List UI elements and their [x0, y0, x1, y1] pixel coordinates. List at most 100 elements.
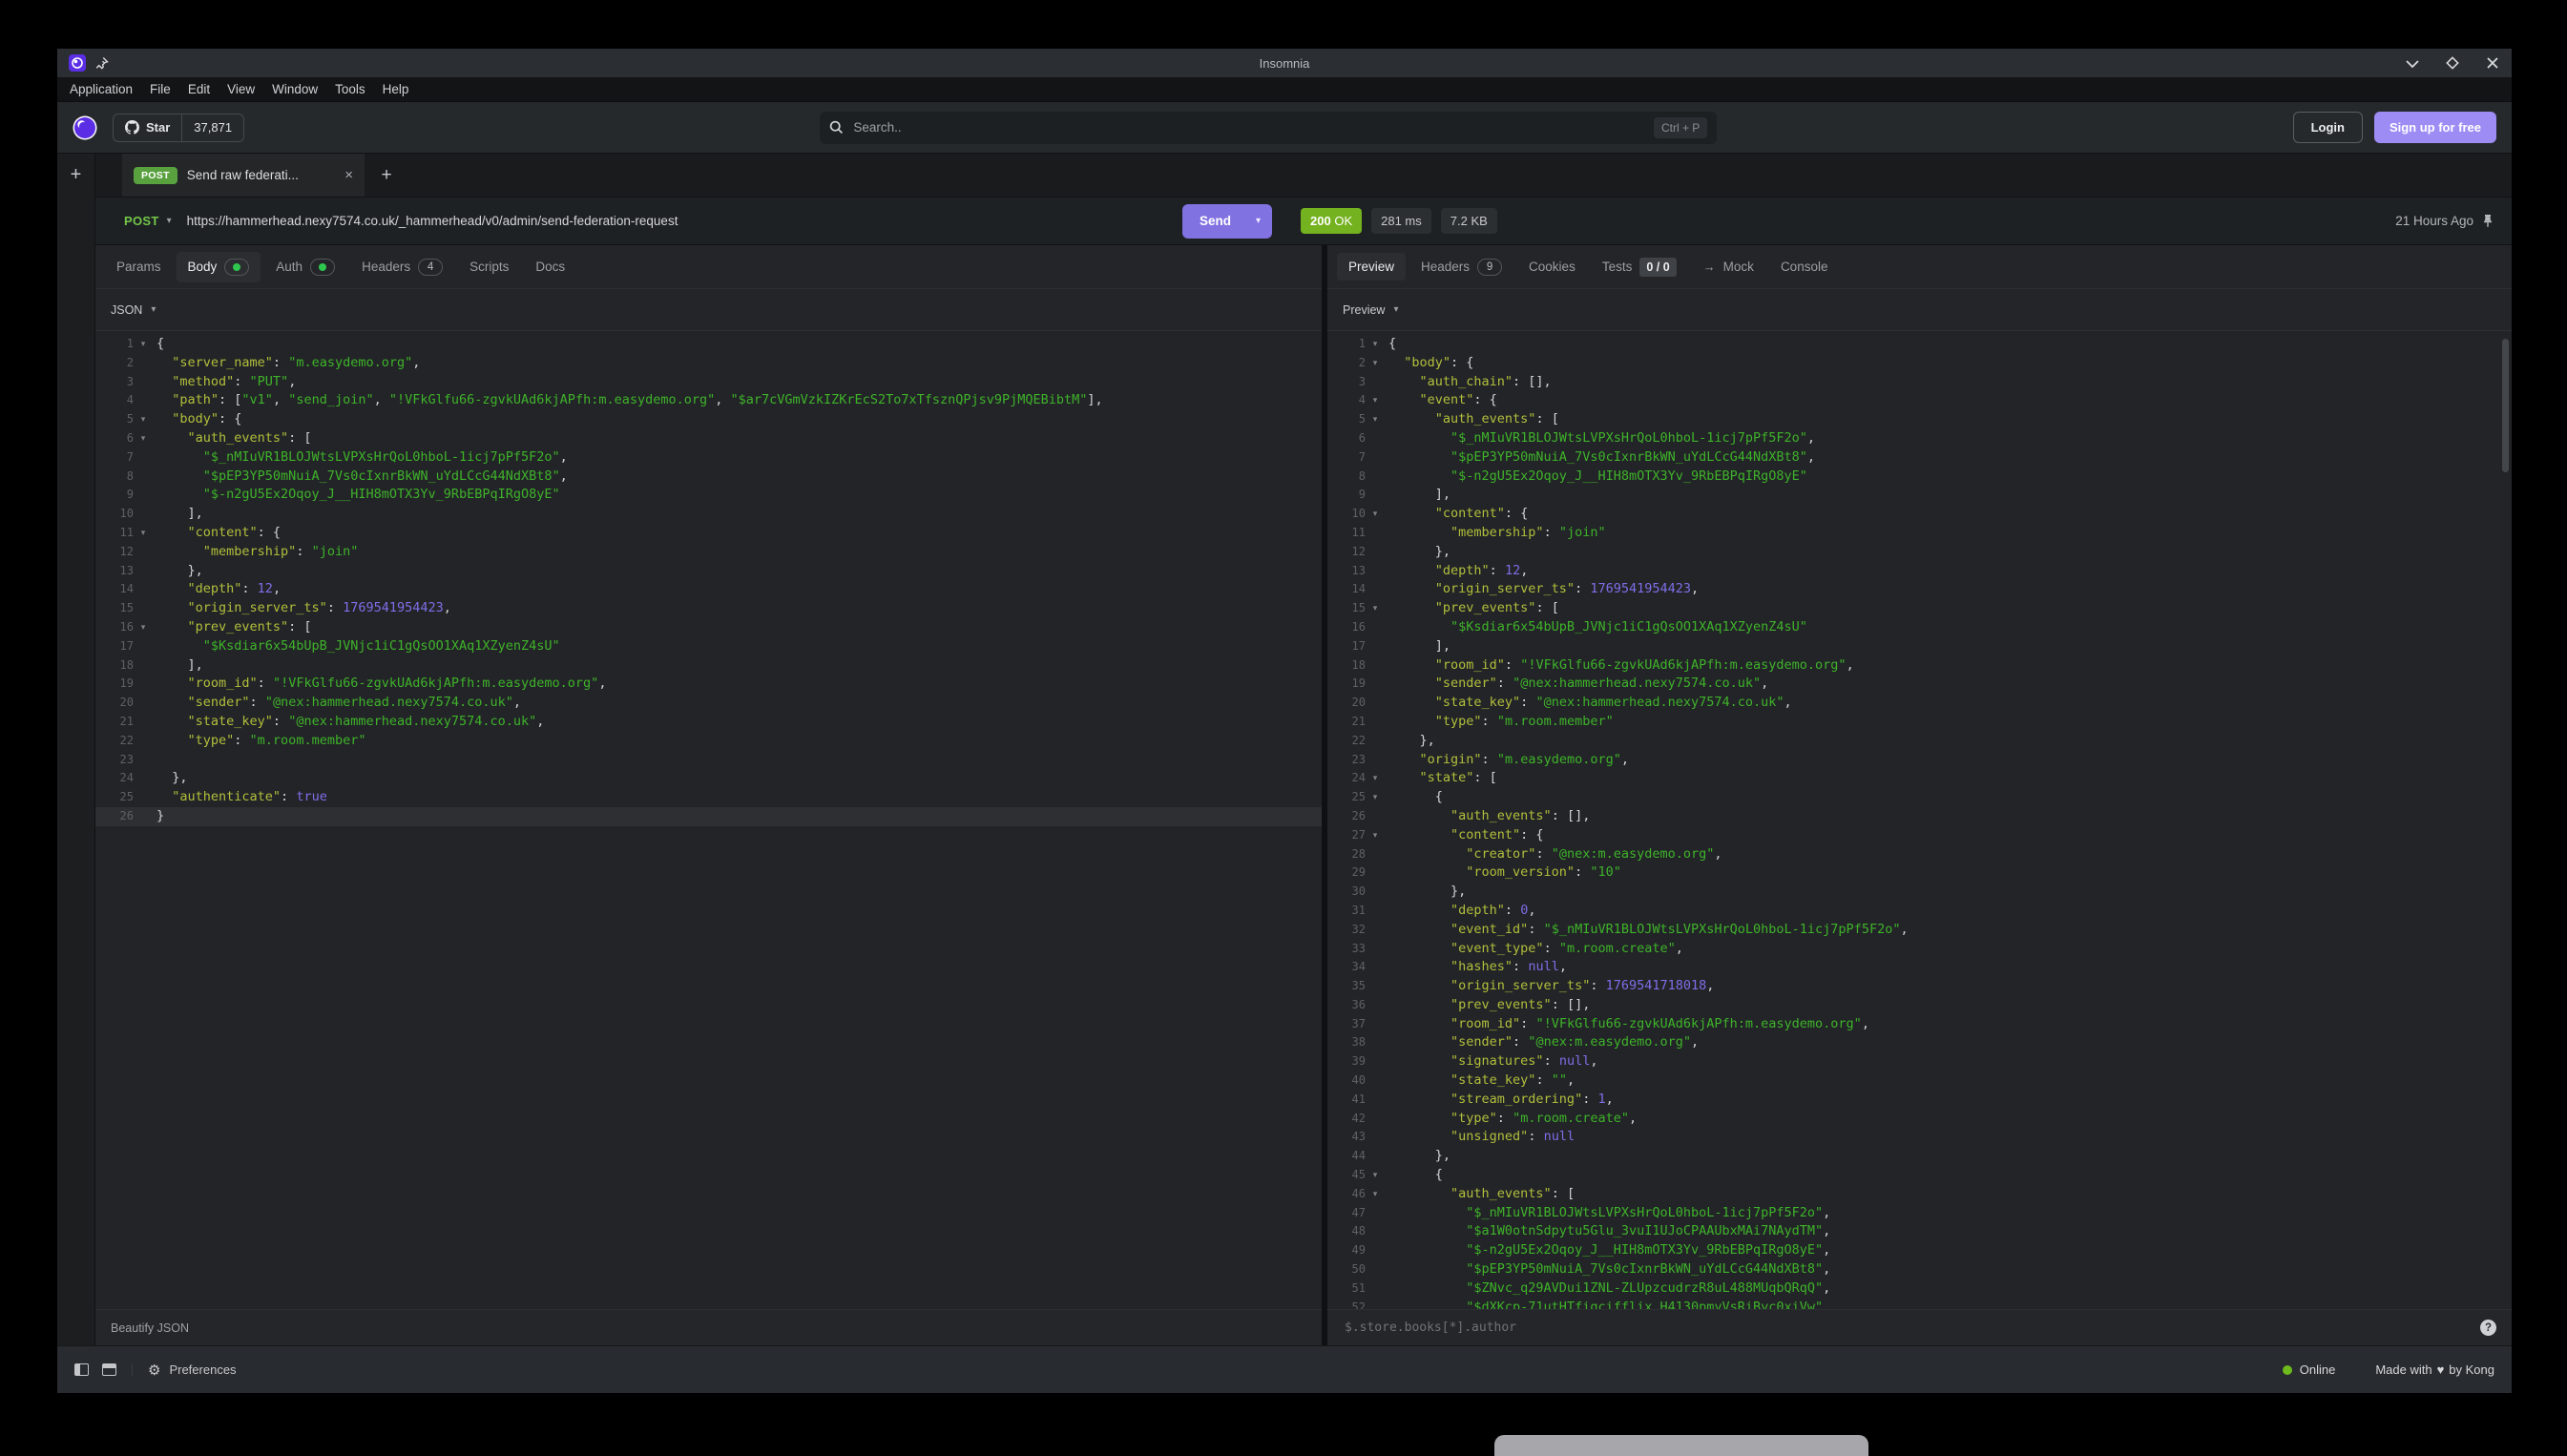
menu-item-edit[interactable]: Edit	[179, 82, 219, 96]
tab-params[interactable]: Params	[105, 253, 173, 281]
fold-spacer	[1366, 902, 1385, 921]
code-line[interactable]: 22 "type": "m.room.member"	[95, 732, 1322, 751]
code-line[interactable]: 16▾ "prev_events": [	[95, 618, 1322, 637]
fold-arrow-icon[interactable]: ▾	[1366, 769, 1385, 788]
fold-arrow-icon[interactable]: ▾	[134, 524, 153, 543]
code-line[interactable]: 15 "origin_server_ts": 1769541954423,	[95, 599, 1322, 618]
tab-tests[interactable]: Tests0 / 0	[1591, 251, 1688, 283]
code-line[interactable]: 5▾ "body": {	[95, 410, 1322, 429]
code-line[interactable]: 20 "sender": "@nex:hammerhead.nexy7574.c…	[95, 694, 1322, 713]
code-line[interactable]: 24 },	[95, 769, 1322, 788]
github-star-button[interactable]: Star	[114, 114, 181, 141]
menu-item-tools[interactable]: Tools	[326, 82, 374, 96]
response-filter-input[interactable]	[1343, 1320, 2480, 1336]
scrollbar-thumb[interactable]	[2502, 339, 2509, 472]
beautify-json-button[interactable]: Beautify JSON	[111, 1321, 189, 1335]
toggle-sidebar-icon[interactable]	[74, 1363, 89, 1376]
fold-arrow-icon[interactable]: ▾	[1366, 826, 1385, 845]
signup-button[interactable]: Sign up for free	[2374, 112, 2496, 143]
send-options-caret-icon[interactable]: ▾	[1244, 216, 1272, 226]
response-history-dropdown[interactable]: 21 Hours Ago	[2395, 214, 2494, 228]
tab-cookies[interactable]: Cookies	[1517, 253, 1587, 281]
fold-spacer	[1366, 1299, 1385, 1309]
code-line: 24▾ "state": [	[1327, 769, 2512, 788]
code-line[interactable]: 21 "state_key": "@nex:hammerhead.nexy757…	[95, 713, 1322, 732]
fold-arrow-icon[interactable]: ▾	[1366, 391, 1385, 410]
fold-arrow-icon[interactable]: ▾	[1366, 505, 1385, 524]
toggle-panel-icon[interactable]	[102, 1363, 116, 1376]
code-line[interactable]: 25 "authenticate": true	[95, 788, 1322, 807]
body-type-dropdown[interactable]: JSON ▾	[95, 289, 1322, 331]
insomnia-logo[interactable]	[73, 115, 97, 140]
menu-item-view[interactable]: View	[219, 82, 263, 96]
new-request-button[interactable]: +	[71, 165, 82, 184]
fold-arrow-icon[interactable]: ▾	[1366, 410, 1385, 429]
menu-item-help[interactable]: Help	[374, 82, 418, 96]
green-dot-icon	[319, 263, 326, 271]
star-count[interactable]: 37,871	[181, 114, 243, 141]
code-line[interactable]: 18 ],	[95, 656, 1322, 676]
tab-docs[interactable]: Docs	[524, 253, 576, 281]
tab-console[interactable]: Console	[1769, 253, 1840, 281]
request-tab[interactable]: POST Send raw federati... ×	[122, 154, 365, 197]
tab-response-headers[interactable]: Headers9	[1409, 252, 1513, 282]
new-tab-button[interactable]: +	[365, 154, 408, 197]
code-line[interactable]: 4 "path": ["v1", "send_join", "!VFkGlfu6…	[95, 391, 1322, 410]
preview-mode-dropdown[interactable]: Preview ▾	[1327, 289, 2512, 331]
response-preview-editor[interactable]: 1▾{2▾ "body": {3 "auth_chain": [],4▾ "ev…	[1327, 331, 2512, 1309]
send-button[interactable]: Send ▾	[1182, 204, 1272, 239]
fold-arrow-icon[interactable]: ▾	[134, 618, 153, 637]
filter-help-icon[interactable]: ?	[2480, 1320, 2496, 1336]
code-line[interactable]: 26}	[95, 807, 1322, 826]
fold-arrow-icon[interactable]: ▾	[134, 429, 153, 448]
code-line[interactable]: 9 "$-n2gU5Ex2Oqoy_J__HIH8mOTX3Yv_9RbEBPq…	[95, 486, 1322, 505]
code-line[interactable]: 7 "$_nMIuVR1BLOJWtsLVPXsHrQoL0hboL-1icj7…	[95, 448, 1322, 468]
fold-arrow-icon[interactable]: ▾	[134, 410, 153, 429]
preferences-button[interactable]: ⚙ Preferences	[148, 1362, 237, 1379]
tab-auth[interactable]: Auth	[264, 252, 346, 282]
tab-scripts[interactable]: Scripts	[458, 253, 520, 281]
search-bar[interactable]: Ctrl + P	[820, 112, 1717, 144]
code-line[interactable]: 13 },	[95, 562, 1322, 581]
fold-arrow-icon[interactable]: ▾	[134, 335, 153, 354]
code-line[interactable]: 17 "$Ksdiar6x54bUpB_JVNjc1iC1gQsOO1XAq1X…	[95, 637, 1322, 656]
search-input[interactable]	[851, 119, 1654, 135]
maximize-icon[interactable]	[2445, 55, 2460, 71]
tab-close-icon[interactable]: ×	[344, 167, 353, 183]
code-line[interactable]: 1▾{	[95, 335, 1322, 354]
fold-arrow-icon[interactable]: ▾	[1366, 335, 1385, 354]
tab-body[interactable]: Body	[177, 252, 261, 282]
code-line[interactable]: 8 "$pEP3YP50mNuiA_7Vs0cIxnrBkWN_uYdLCcG4…	[95, 468, 1322, 487]
code-line[interactable]: 14 "depth": 12,	[95, 580, 1322, 599]
url-input[interactable]: https://hammerhead.nexy7574.co.uk/_hamme…	[187, 214, 1182, 228]
fold-arrow-icon[interactable]: ▾	[1366, 1185, 1385, 1204]
tab-preview[interactable]: Preview	[1337, 253, 1406, 281]
fold-arrow-icon[interactable]: ▾	[1366, 788, 1385, 807]
code-line[interactable]: 3 "method": "PUT",	[95, 373, 1322, 392]
online-status: Online	[2283, 1362, 2336, 1377]
response-filter-bar: ?	[1327, 1309, 2512, 1345]
tab-mock[interactable]: →Mock	[1692, 253, 1765, 281]
menu-item-window[interactable]: Window	[263, 82, 326, 96]
method-dropdown[interactable]: POST ▾	[124, 214, 172, 228]
menu-item-application[interactable]: Application	[61, 82, 141, 96]
request-body-editor[interactable]: 1▾{2 "server_name": "m.easydemo.org",3 "…	[95, 331, 1322, 1309]
minimize-icon[interactable]	[2405, 55, 2420, 71]
tab-request-headers[interactable]: Headers4	[350, 252, 454, 282]
menu-item-file[interactable]: File	[141, 82, 179, 96]
code-line[interactable]: 11▾ "content": {	[95, 524, 1322, 543]
code-text: "type": "m.room.create",	[1388, 1110, 1637, 1129]
login-button[interactable]: Login	[2293, 112, 2363, 143]
code-line[interactable]: 2 "server_name": "m.easydemo.org",	[95, 354, 1322, 373]
fold-arrow-icon[interactable]: ▾	[1366, 599, 1385, 618]
code-line[interactable]: 23	[95, 751, 1322, 770]
code-line[interactable]: 6▾ "auth_events": [	[95, 429, 1322, 448]
code-line[interactable]: 12 "membership": "join"	[95, 543, 1322, 562]
pin-response-icon[interactable]	[2481, 214, 2494, 228]
fold-arrow-icon[interactable]: ▾	[1366, 1166, 1385, 1185]
code-line[interactable]: 19 "room_id": "!VFkGlfu66-zgvkUAd6kjAPfh…	[95, 675, 1322, 694]
code-line[interactable]: 10 ],	[95, 505, 1322, 524]
code-text: "$_nMIuVR1BLOJWtsLVPXsHrQoL0hboL-1icj7pP…	[157, 448, 568, 468]
fold-arrow-icon[interactable]: ▾	[1366, 354, 1385, 373]
close-icon[interactable]	[2485, 55, 2500, 71]
